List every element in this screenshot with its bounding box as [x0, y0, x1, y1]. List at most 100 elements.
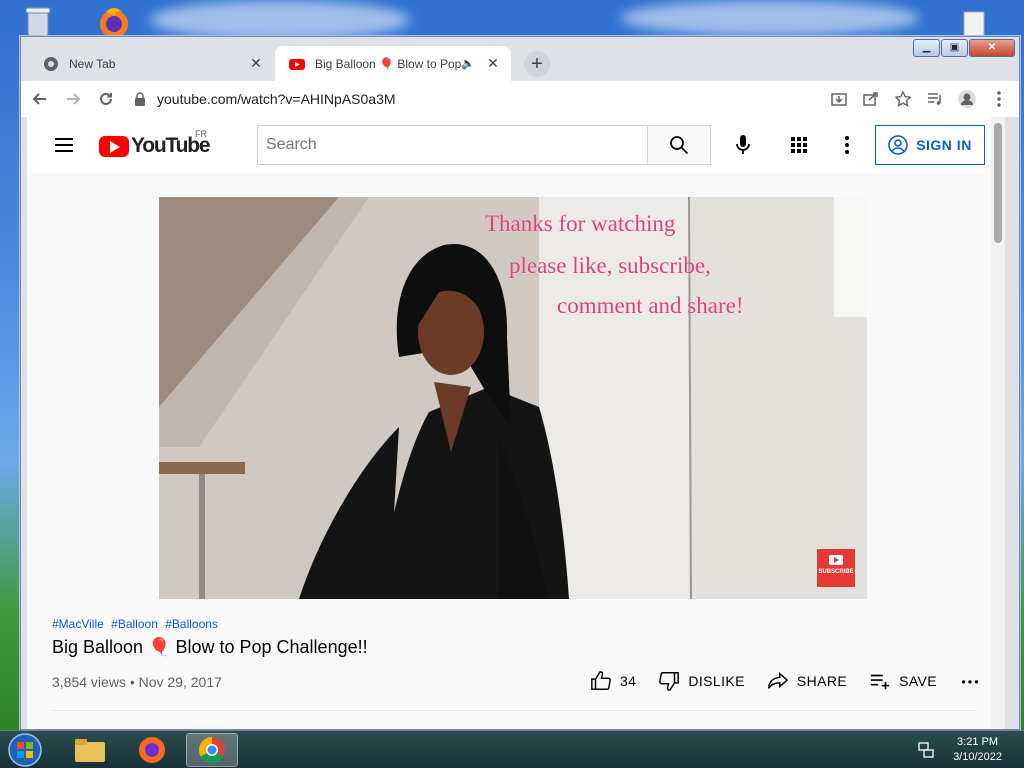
search-icon	[670, 136, 689, 155]
hashtag-link[interactable]: #Balloon	[111, 617, 158, 631]
clock-time: 3:21 PM	[957, 736, 999, 748]
close-tab-icon[interactable]: ✕	[485, 55, 501, 72]
lock-icon	[135, 92, 145, 106]
tab-strip: New Tab ✕ Big Balloon 🎈 Blow to Pop C 🔈 …	[21, 37, 1019, 81]
tab-youtube-video[interactable]: Big Balloon 🎈 Blow to Pop C 🔈 ✕	[275, 46, 511, 81]
subscribe-watermark[interactable]: SUBSCRIBE	[817, 549, 855, 587]
windows-taskbar: 3:21 PM 3/10/2022	[0, 730, 1024, 768]
save-button[interactable]: SAVE	[869, 670, 937, 692]
share-button[interactable]: SHARE	[767, 670, 847, 692]
share-label: SHARE	[796, 673, 848, 689]
chrome-icon	[44, 56, 58, 71]
media-queue-icon	[928, 93, 941, 105]
section-divider	[52, 710, 976, 711]
playlist-add-icon	[870, 674, 890, 690]
close-tab-icon[interactable]: ✕	[248, 55, 264, 72]
firefox-desktop-icon[interactable]	[96, 4, 132, 40]
youtube-favicon-icon	[289, 58, 305, 70]
kebab-menu-icon	[997, 91, 1001, 107]
country-code: FR	[195, 129, 207, 139]
address-bar[interactable]: youtube.com/watch?v=AHINpAS0a3M	[133, 85, 873, 113]
sign-in-button[interactable]: SIGN IN	[875, 125, 985, 165]
bookmark-button[interactable]	[889, 85, 917, 113]
scrollbar-thumb[interactable]	[994, 123, 1002, 243]
overlay-text-line-1: Thanks for watching	[485, 211, 676, 236]
dislike-button[interactable]: DISLIKE	[658, 670, 745, 692]
minimize-button[interactable]: ▁	[913, 39, 940, 57]
share-page-button[interactable]	[857, 85, 885, 113]
desktop-cloud	[620, 0, 920, 36]
save-label: SAVE	[899, 673, 938, 689]
video-actions: 34 DISLIKE SHARE SAVE	[590, 670, 1005, 692]
hamburger-menu-icon[interactable]	[53, 134, 75, 156]
reload-icon	[100, 92, 112, 105]
back-arrow-icon	[32, 93, 46, 105]
url-text: youtube.com/watch?v=AHINpAS0a3M	[157, 91, 396, 107]
install-icon	[831, 93, 847, 106]
browser-window: New Tab ✕ Big Balloon 🎈 Blow to Pop C 🔈 …	[20, 36, 1020, 730]
folder-icon	[75, 739, 105, 762]
profile-button[interactable]	[953, 85, 981, 113]
back-button[interactable]	[26, 85, 54, 113]
hashtag-link[interactable]: #MacVille	[52, 617, 104, 631]
hashtag-link[interactable]: #Balloons	[165, 617, 218, 631]
more-actions-button[interactable]	[959, 670, 989, 692]
settings-more-icon[interactable]	[835, 133, 859, 157]
overlay-text-line-3: comment and share!	[557, 293, 744, 318]
youtube-logo[interactable]: YouTube FR	[99, 129, 211, 158]
youtube-page: YouTube FR Search SIGN IN Thanks for wat…	[27, 117, 1005, 729]
network-icon[interactable]	[917, 741, 935, 759]
audio-playing-icon[interactable]: 🔈	[461, 57, 475, 70]
maximize-button[interactable]: ▣	[941, 39, 968, 57]
search-button[interactable]	[647, 125, 711, 165]
tab-new-tab[interactable]: New Tab ✕	[29, 46, 274, 81]
windows-start-icon[interactable]	[6, 732, 44, 768]
video-player[interactable]: Thanks for watching please like, subscri…	[159, 197, 867, 599]
like-button[interactable]: 34	[590, 670, 636, 692]
taskbar-clock[interactable]: 3:21 PM 3/10/2022	[953, 735, 1002, 765]
install-app-button[interactable]	[825, 85, 853, 113]
taskbar-explorer[interactable]	[64, 733, 116, 767]
chrome-menu-button[interactable]	[985, 85, 1013, 113]
clock-date: 3/10/2022	[953, 751, 1002, 763]
star-icon	[895, 91, 911, 107]
forward-arrow-icon	[67, 93, 81, 105]
voice-search-button[interactable]	[727, 129, 759, 161]
profile-avatar-icon	[958, 90, 976, 108]
video-title: Big Balloon 🎈 Blow to Pop Challenge!!	[52, 637, 368, 657]
close-window-button[interactable]: ✕	[969, 39, 1015, 57]
youtube-header: YouTube FR Search SIGN IN	[27, 117, 1005, 173]
like-count: 34	[620, 673, 637, 689]
browser-toolbar: youtube.com/watch?v=AHINpAS0a3M	[21, 81, 1019, 117]
recycle-bin-icon[interactable]	[20, 4, 56, 40]
video-views-date: 3,854 views • Nov 29, 2017	[52, 674, 222, 690]
thumbs-up-icon	[591, 671, 611, 690]
video-hashtags: #MacVille #Balloon #Balloons	[52, 617, 222, 631]
tab-title: Big Balloon 🎈 Blow to Pop C	[315, 56, 462, 71]
youtube-play-icon	[829, 555, 843, 565]
taskbar-chrome[interactable]	[186, 733, 238, 767]
reload-button[interactable]	[92, 85, 120, 113]
subscribe-watermark-label: SUBSCRIBE	[818, 569, 854, 575]
apps-grid-icon[interactable]	[787, 133, 811, 157]
new-tab-button[interactable]: +	[524, 51, 550, 77]
overlay-text-line-2: please like, subscribe,	[509, 253, 711, 278]
window-controls: ▁ ▣ ✕	[912, 39, 1015, 57]
youtube-play-icon	[99, 135, 129, 157]
page-scrollbar[interactable]	[991, 117, 1005, 729]
search-input[interactable]: Search	[257, 125, 648, 165]
taskbar-firefox[interactable]	[126, 733, 178, 767]
sign-in-label: SIGN IN	[916, 137, 972, 153]
forward-button[interactable]	[59, 85, 87, 113]
tab-title: New Tab	[69, 56, 116, 71]
system-tray: 3:21 PM 3/10/2022	[917, 731, 1024, 768]
toolbar-right	[821, 85, 1013, 113]
firefox-icon	[139, 737, 165, 763]
account-circle-icon	[888, 135, 908, 155]
share-page-icon	[863, 92, 878, 106]
desktop-cloud	[150, 0, 410, 40]
media-control-button[interactable]	[921, 85, 949, 113]
more-horizontal-icon	[961, 680, 979, 684]
microphone-icon	[736, 135, 750, 154]
chrome-icon	[198, 736, 225, 764]
